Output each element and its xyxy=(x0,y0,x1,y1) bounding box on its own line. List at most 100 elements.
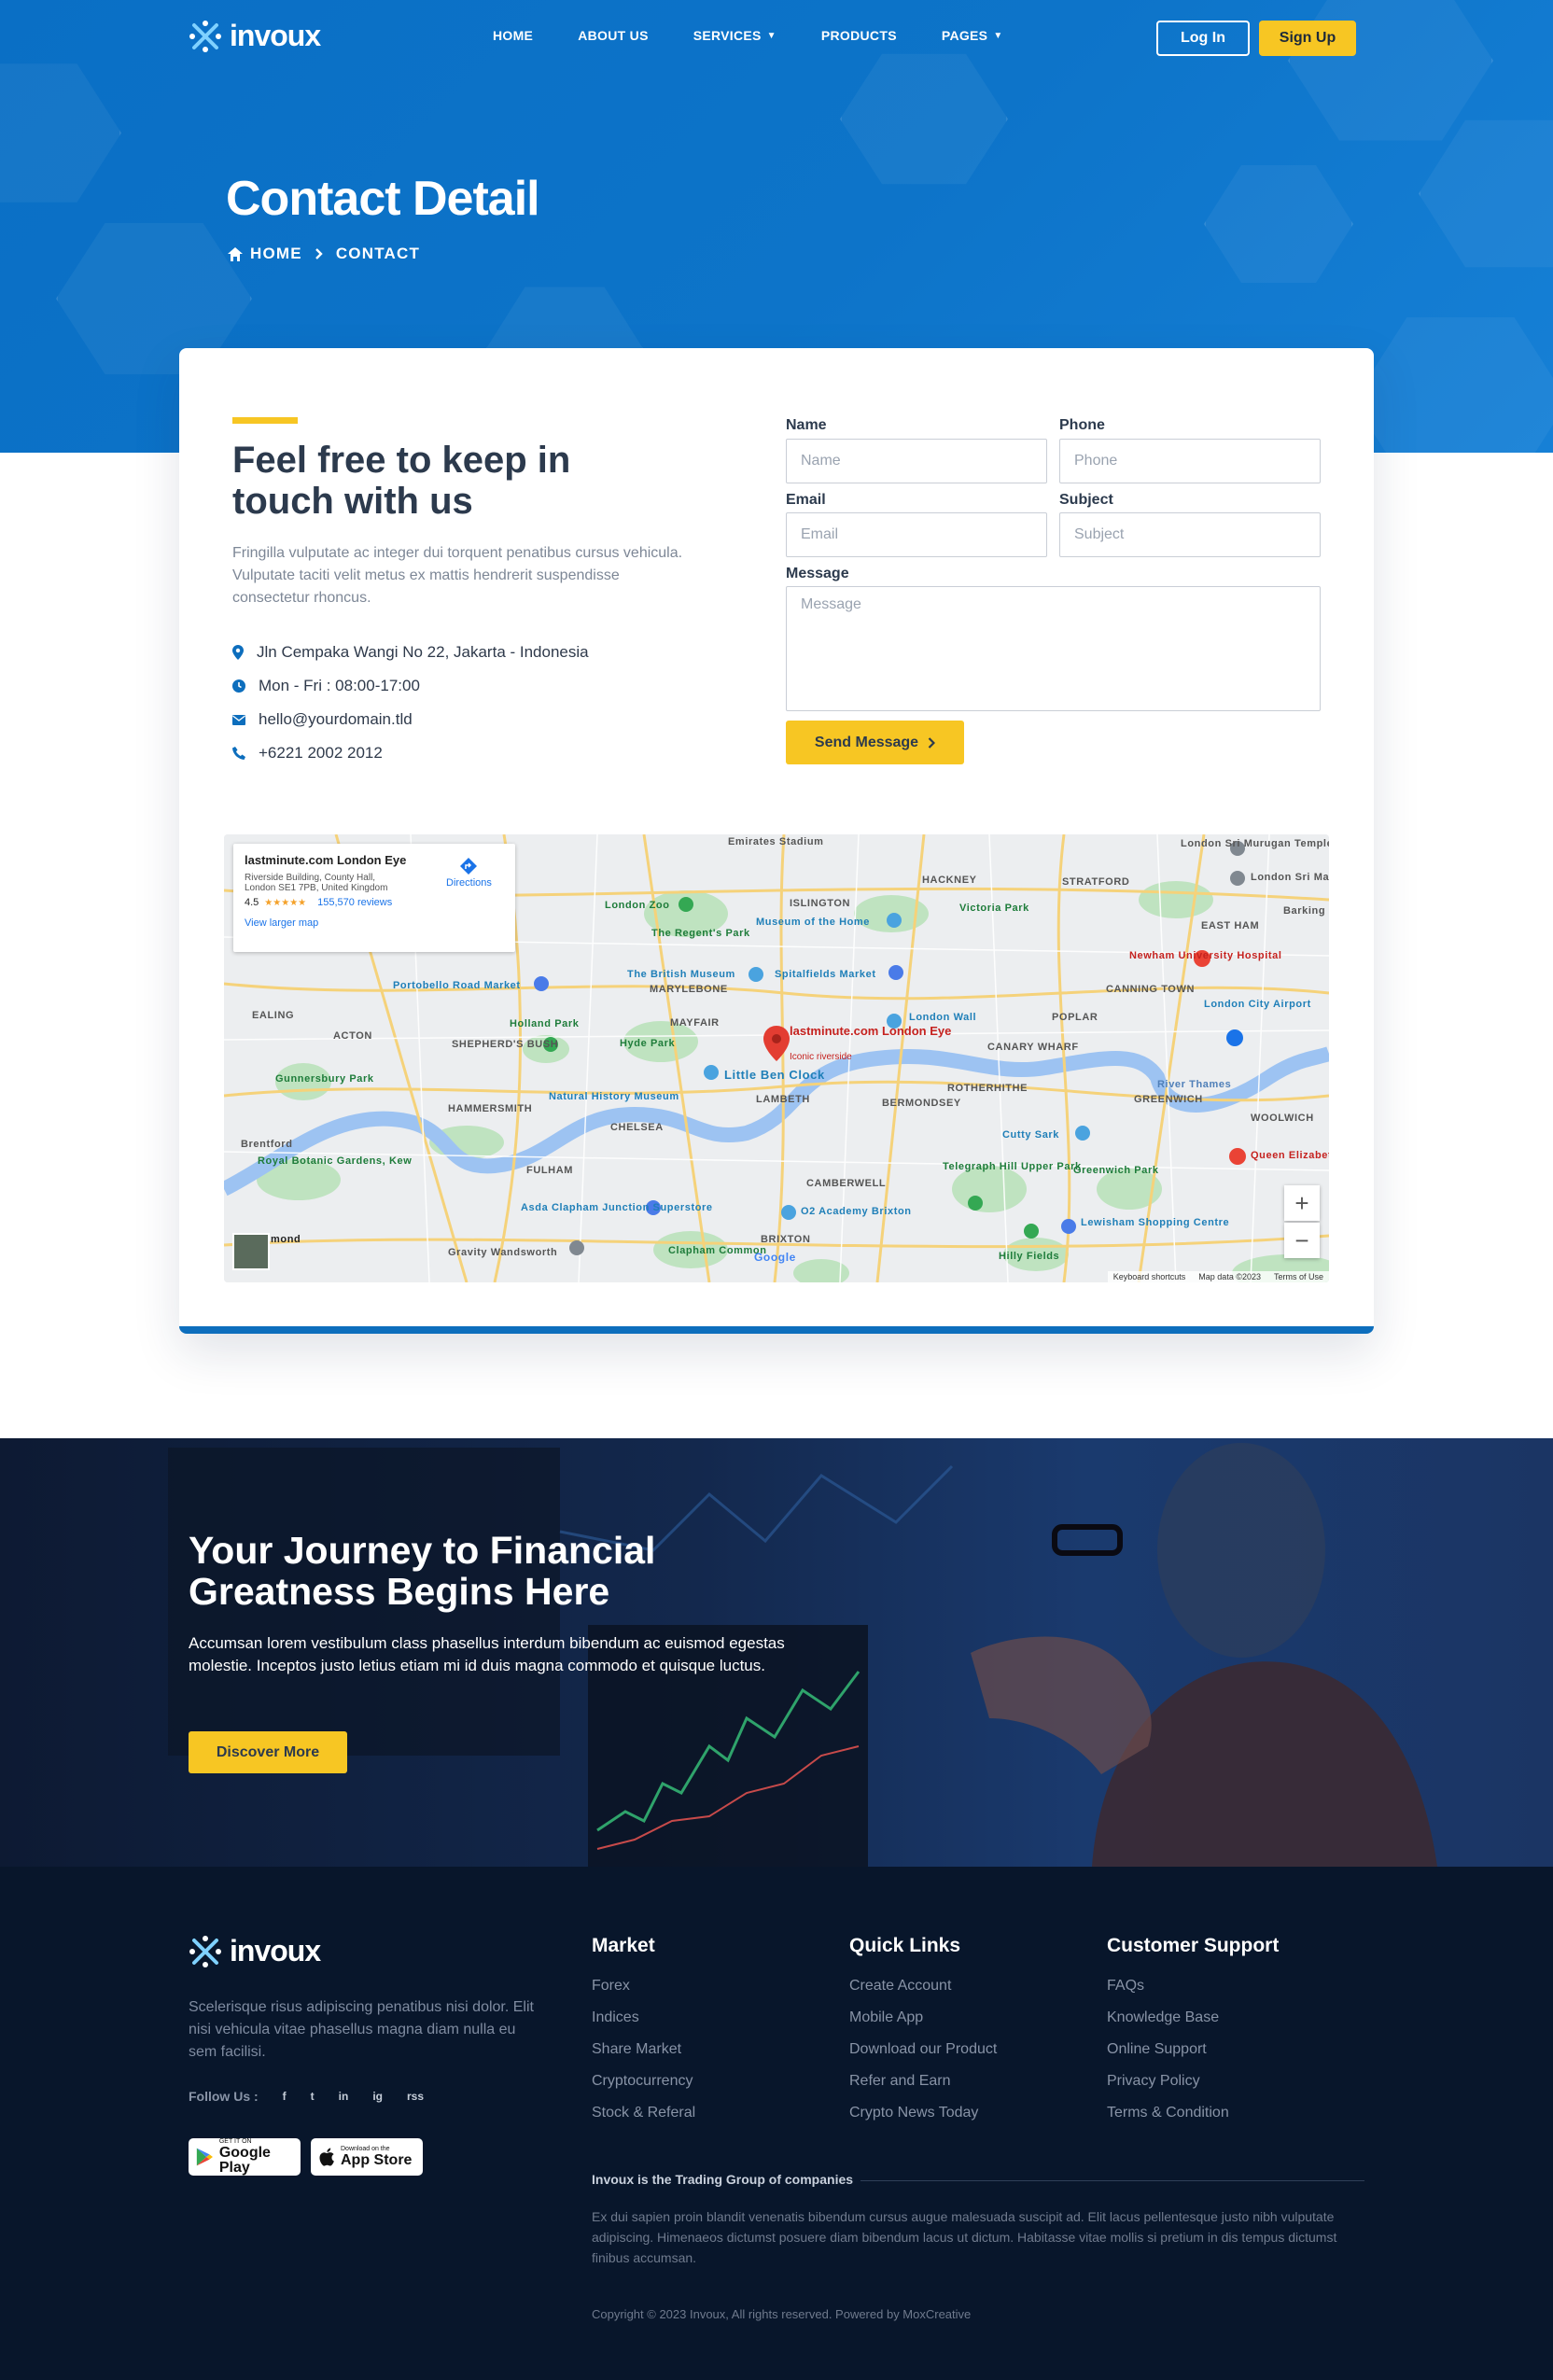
map-label: GREENWICH xyxy=(1134,1094,1203,1105)
facebook-icon[interactable]: f xyxy=(283,2090,287,2103)
map-label: HACKNEY xyxy=(922,875,977,886)
footer-link[interactable]: Online Support xyxy=(1107,2041,1207,2058)
contact-phone[interactable]: +6221 2002 2012 xyxy=(232,744,383,763)
subject-input[interactable]: Subject xyxy=(1059,512,1321,557)
logo-icon xyxy=(189,1935,221,1967)
footer-link[interactable]: Knowledge Base xyxy=(1107,2009,1219,2026)
chevron-down-icon: ▼ xyxy=(993,30,1003,41)
signup-button[interactable]: Sign Up xyxy=(1259,21,1356,56)
google-map[interactable]: lastminute.com London Eye Iconic riversi… xyxy=(224,834,1329,1282)
email-label: Email xyxy=(786,492,826,508)
nav-about-us[interactable]: ABOUT US xyxy=(578,28,649,43)
map-label: Natural History Museum xyxy=(549,1091,679,1102)
login-button[interactable]: Log In xyxy=(1156,21,1250,56)
map-label: Hilly Fields xyxy=(999,1251,1060,1262)
message-textarea[interactable]: Message xyxy=(786,586,1321,711)
map-label: WOOLWICH xyxy=(1251,1113,1314,1124)
discover-more-button[interactable]: Discover More xyxy=(189,1731,347,1773)
clock-icon xyxy=(232,679,245,693)
footer-link[interactable]: Indices xyxy=(592,2009,639,2026)
contact-hours: Mon - Fri : 08:00-17:00 xyxy=(232,677,420,695)
linkedin-icon[interactable]: in xyxy=(339,2090,349,2103)
footer-col-quicklinks-title: Quick Links xyxy=(849,1935,961,1956)
map-rating: 4.5 xyxy=(245,897,259,908)
cta-description: Accumsan lorem vestibulum class phasellu… xyxy=(189,1634,785,1674)
footer-link[interactable]: Stock & Referal xyxy=(592,2105,695,2121)
nav-services-label: SERVICES xyxy=(693,28,762,43)
map-label: Emirates Stadium xyxy=(728,836,824,847)
map-pin-sub: Iconic riverside xyxy=(790,1052,852,1062)
nav-pages[interactable]: PAGES ▼ xyxy=(942,28,1003,43)
map-label: HAMMERSMITH xyxy=(448,1103,533,1114)
accent-bar xyxy=(232,417,298,424)
nav-pages-label: PAGES xyxy=(941,28,988,43)
nav-products[interactable]: PRODUCTS xyxy=(821,28,897,43)
page-title: Contact Detail xyxy=(226,172,540,226)
map-label: MAYFAIR xyxy=(670,1017,720,1029)
map-label: O2 Academy Brixton xyxy=(801,1206,912,1217)
footer-link[interactable]: Mobile App xyxy=(849,2009,923,2026)
directions-button[interactable]: Directions xyxy=(446,857,492,889)
map-reviews-link[interactable]: 155,570 reviews xyxy=(317,897,392,908)
rss-icon[interactable]: rss xyxy=(407,2090,424,2103)
map-label: Holland Park xyxy=(510,1018,580,1029)
brand-name: invoux xyxy=(230,19,321,52)
google-play-icon xyxy=(196,2148,213,2166)
name-input[interactable]: Name xyxy=(786,439,1047,483)
footer-link[interactable]: Share Market xyxy=(592,2041,681,2058)
footer-link[interactable]: Terms & Condition xyxy=(1107,2105,1229,2121)
map-label: Clapham Common xyxy=(668,1245,767,1256)
map-pin-label[interactable]: lastminute.com London Eye xyxy=(790,1024,951,1038)
brand-logo[interactable]: invoux xyxy=(189,19,321,53)
map-label: Cutty Sark xyxy=(1002,1129,1060,1141)
message-label: Message xyxy=(786,566,849,581)
footer-link[interactable]: Crypto News Today xyxy=(849,2105,978,2121)
nav-home[interactable]: HOME xyxy=(493,28,533,43)
phone-icon xyxy=(232,747,245,760)
breadcrumb: HOME CONTACT xyxy=(228,245,420,263)
nav-services[interactable]: SERVICES ▼ xyxy=(693,28,776,43)
map-label: London Wall xyxy=(909,1012,977,1023)
map-label: London Sri Murugan Temple xyxy=(1181,838,1329,849)
view-larger-map-link[interactable]: View larger map xyxy=(245,917,504,929)
map-label: Gravity Wandsworth xyxy=(448,1247,558,1258)
map-label: The Regent's Park xyxy=(651,928,750,939)
google-play-badge[interactable]: GET IT ON Google Play xyxy=(189,2138,301,2176)
chevron-down-icon: ▼ xyxy=(766,30,776,41)
map-label: Greenwich Park xyxy=(1073,1165,1159,1176)
nav-products-label: PRODUCTS xyxy=(820,28,897,43)
footer-col-market-title: Market xyxy=(592,1935,655,1956)
footer-link[interactable]: Cryptocurrency xyxy=(592,2073,693,2090)
map-label: STRATFORD xyxy=(1062,876,1130,888)
footer-link[interactable]: Privacy Policy xyxy=(1107,2073,1200,2090)
instagram-icon[interactable]: ig xyxy=(372,2090,383,2103)
contact-description: Fringilla vulputate ac integer dui torqu… xyxy=(232,545,683,606)
map-label: EAST HAM xyxy=(1201,920,1260,931)
footer-logo[interactable]: invoux xyxy=(189,1934,321,1968)
map-label: POPLAR xyxy=(1052,1012,1098,1023)
send-message-button[interactable]: Send Message xyxy=(786,721,964,764)
footer-group-text: Ex dui sapien proin blandit venenatis bi… xyxy=(592,2209,1337,2265)
map-data-label: Map data ©2023 xyxy=(1198,1272,1261,1281)
app-store-label: App Store xyxy=(341,2152,413,2168)
footer-link[interactable]: Forex xyxy=(592,1978,630,1995)
phone-input[interactable]: Phone xyxy=(1059,439,1321,483)
terms-link[interactable]: Terms of Use xyxy=(1274,1272,1323,1281)
app-store-badge[interactable]: Download on the App Store xyxy=(311,2138,423,2176)
keyboard-shortcuts-link[interactable]: Keyboard shortcuts xyxy=(1113,1272,1186,1281)
twitter-icon[interactable]: t xyxy=(311,2090,315,2103)
breadcrumb-home[interactable]: HOME xyxy=(228,245,302,263)
footer-brand-name: invoux xyxy=(230,1934,321,1967)
map-label: River Thames xyxy=(1157,1079,1232,1090)
footer-link[interactable]: Download our Product xyxy=(849,2041,997,2058)
footer-link[interactable]: Refer and Earn xyxy=(849,2073,951,2090)
footer-link[interactable]: FAQs xyxy=(1107,1978,1144,1995)
send-label: Send Message xyxy=(814,734,919,750)
zoom-in-button[interactable]: + xyxy=(1284,1185,1320,1221)
contact-email[interactable]: hello@yourdomain.tld xyxy=(232,710,413,729)
map-label: London Zoo xyxy=(605,900,670,911)
footer-link[interactable]: Create Account xyxy=(849,1978,951,1995)
email-input[interactable]: Email xyxy=(786,512,1047,557)
contact-card: Feel free to keep in touch with us Fring… xyxy=(179,348,1374,1334)
zoom-out-button[interactable]: − xyxy=(1284,1223,1320,1258)
